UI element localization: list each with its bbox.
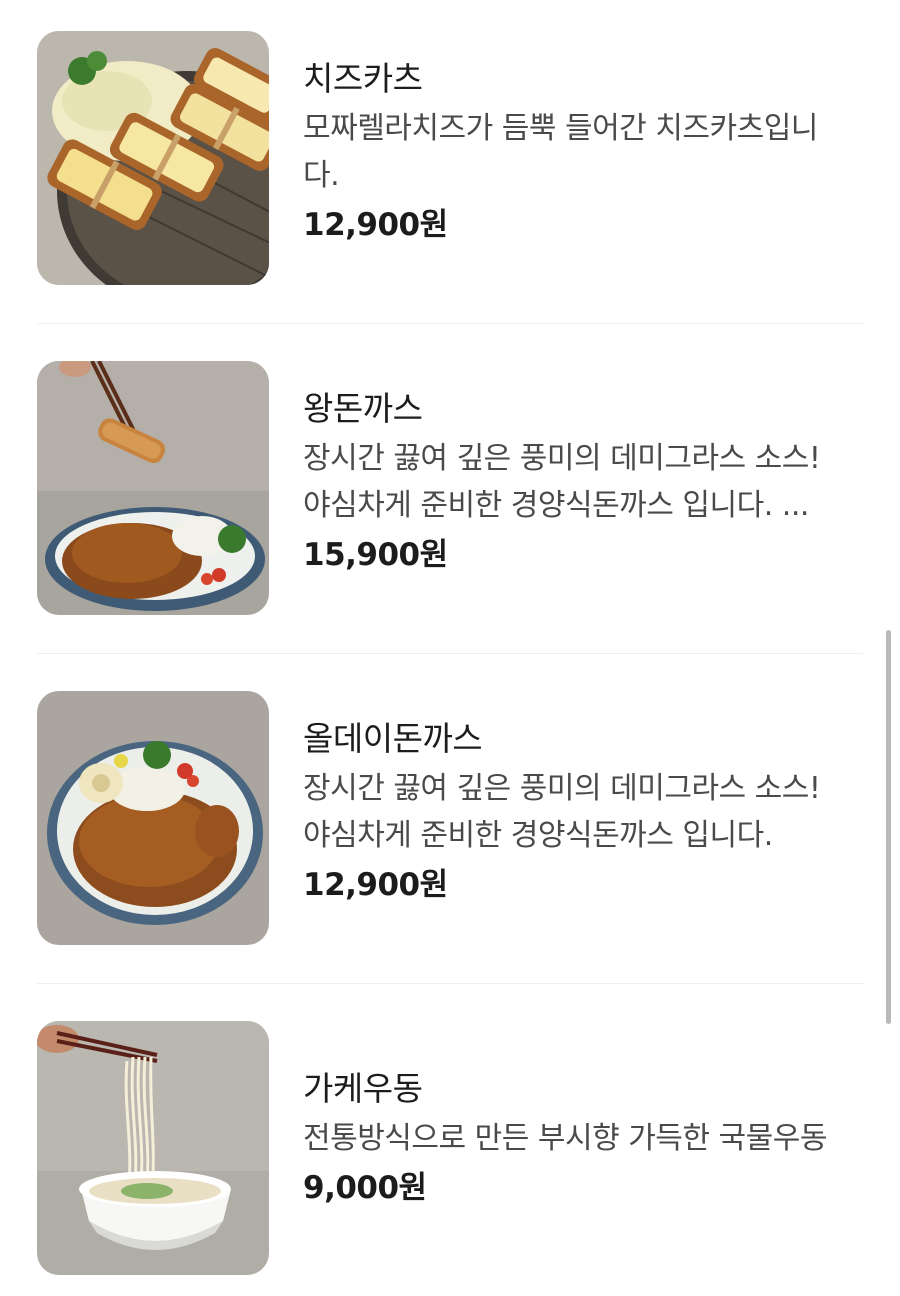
- menu-item-cheese-katsu[interactable]: 치즈카츠 모짜렐라치즈가 듬뿍 들어간 치즈카츠입니 다. 12,900원: [37, 31, 863, 285]
- menu-item-image[interactable]: [37, 1021, 269, 1275]
- menu-item-price: 12,900원: [303, 867, 448, 903]
- menu-item-image[interactable]: [37, 31, 269, 285]
- menu-item-description-line: 야심차게 준비한 경양식돈까스 입니다.: [303, 818, 773, 853]
- menu-item-price: 12,900원: [303, 207, 448, 243]
- kake-udon-photo-icon: [37, 1021, 269, 1275]
- divider: [37, 983, 863, 984]
- menu-item-name: 올데이돈까스: [303, 719, 483, 758]
- menu-item-info: 올데이돈까스 장시간 끓여 깊은 풍미의 데미그라스 소스! 야심차게 준비한 …: [303, 717, 863, 907]
- menu-item-info: 가케우동 전통방식으로 만든 부시향 가득한 국물우동 9,000원: [303, 1067, 863, 1210]
- scrollbar[interactable]: [886, 630, 891, 1024]
- menu-item-name: 왕돈까스: [303, 389, 423, 428]
- menu-item-name: 가케우동: [303, 1069, 423, 1108]
- menu-item-allday-donkatsu[interactable]: 올데이돈까스 장시간 끓여 깊은 풍미의 데미그라스 소스! 야심차게 준비한 …: [37, 691, 863, 945]
- menu-item-image[interactable]: [37, 691, 269, 945]
- menu-item-description: 장시간 끓여 깊은 풍미의 데미그라스 소스! 야심차게 준비한 경양식돈까스 …: [303, 435, 863, 529]
- menu-item-name: 치즈카츠: [303, 59, 423, 98]
- menu-item-description-line: 야심차게 준비한 경양식돈까스 입니다. ...: [303, 488, 809, 523]
- menu-item-wang-donkatsu[interactable]: 왕돈까스 장시간 끓여 깊은 풍미의 데미그라스 소스! 야심차게 준비한 경양…: [37, 361, 863, 615]
- menu-item-info: 치즈카츠 모짜렐라치즈가 듬뿍 들어간 치즈카츠입니 다. 12,900원: [303, 57, 863, 247]
- menu-item-description: 모짜렐라치즈가 듬뿍 들어간 치즈카츠입니 다.: [303, 105, 863, 199]
- menu-item-description-line: 전통방식으로 만든 부시향 가득한 국물우동: [303, 1121, 827, 1156]
- wang-donkatsu-photo-icon: [37, 361, 269, 615]
- allday-donkatsu-photo-icon: [37, 691, 269, 945]
- menu-item-description: 전통방식으로 만든 부시향 가득한 국물우동: [303, 1115, 863, 1162]
- menu-item-description-line: 장시간 끓여 깊은 풍미의 데미그라스 소스!: [303, 771, 821, 806]
- menu-item-description: 장시간 끓여 깊은 풍미의 데미그라스 소스! 야심차게 준비한 경양식돈까스 …: [303, 765, 863, 859]
- menu-item-description-line: 다.: [303, 158, 340, 193]
- menu-item-description-line: 장시간 끓여 깊은 풍미의 데미그라스 소스!: [303, 441, 821, 476]
- menu-item-image[interactable]: [37, 361, 269, 615]
- menu-item-price: 9,000원: [303, 1170, 427, 1206]
- cheese-katsu-photo-icon: [37, 31, 269, 285]
- menu-item-description-line: 모짜렐라치즈가 듬뿍 들어간 치즈카츠입니: [303, 111, 818, 146]
- menu-item-kake-udon[interactable]: 가케우동 전통방식으로 만든 부시향 가득한 국물우동 9,000원: [37, 1021, 863, 1275]
- menu-item-price: 15,900원: [303, 537, 448, 573]
- divider: [37, 653, 863, 654]
- menu-item-info: 왕돈까스 장시간 끓여 깊은 풍미의 데미그라스 소스! 야심차게 준비한 경양…: [303, 387, 863, 577]
- divider: [37, 323, 863, 324]
